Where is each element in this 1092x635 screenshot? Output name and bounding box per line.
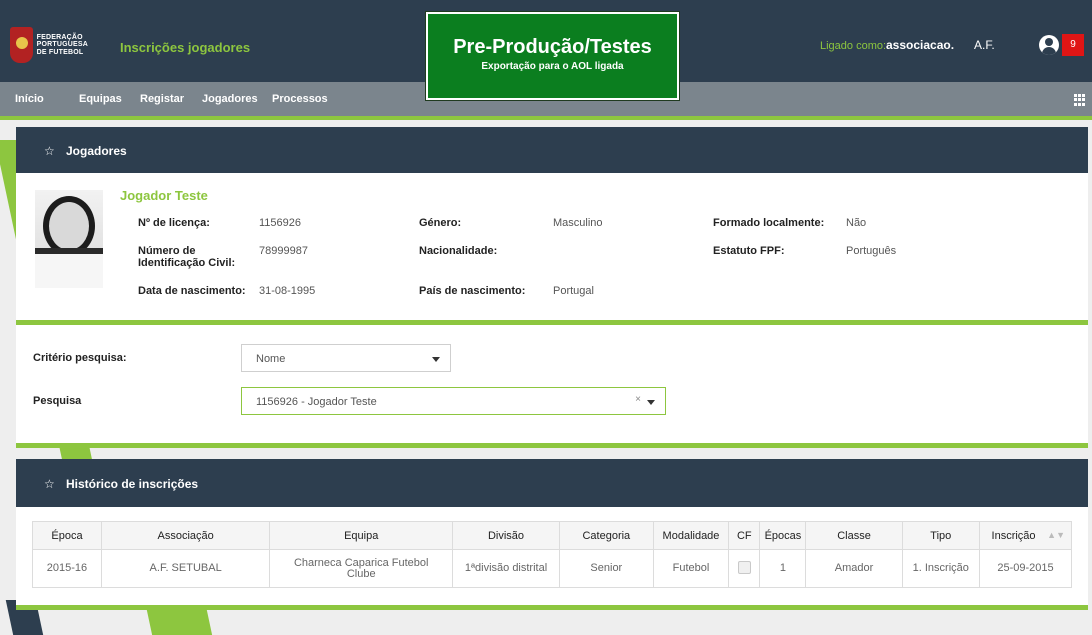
chevron-down-icon — [432, 357, 440, 362]
environment-subtitle: Exportação para o AOL ligada — [481, 61, 624, 72]
chevron-down-icon[interactable] — [647, 400, 655, 405]
cell-divisao: 1ªdivisão distrital — [452, 549, 560, 588]
history-panel-title: Histórico de inscrições — [66, 477, 199, 491]
environment-banner: Pre-Produção/Testes Exportação para o AO… — [426, 12, 679, 100]
column-header[interactable]: Categoria — [558, 521, 654, 550]
nic-label: Número de Identificação Civil: — [138, 245, 236, 269]
decorative-stripe — [146, 610, 214, 635]
column-header[interactable]: Época — [32, 521, 102, 550]
column-header[interactable]: Associação — [100, 521, 271, 550]
nav-item-equipas[interactable]: Equipas — [79, 93, 122, 105]
cell-epocas: 1 — [759, 549, 807, 588]
star-icon: ☆ — [44, 144, 55, 158]
genero-value: Masculino — [553, 217, 603, 229]
notification-badge[interactable]: 9 — [1062, 34, 1084, 56]
criterio-label: Critério pesquisa: — [33, 352, 127, 364]
player-name: Jogador Teste — [120, 188, 208, 203]
pesquisa-selected-value: 1156926 - Jogador Teste — [256, 396, 377, 408]
column-header[interactable]: Divisão — [452, 521, 560, 550]
criterio-selected-value: Nome — [256, 353, 286, 365]
nascimento-label: Data de nascimento: — [138, 285, 246, 297]
cell-epoca: 2015-16 — [32, 549, 102, 588]
section-divider — [16, 605, 1088, 610]
players-panel-title: Jogadores — [66, 144, 127, 158]
column-header[interactable]: Classe — [805, 521, 903, 550]
column-header[interactable]: Épocas — [759, 521, 807, 550]
environment-title: Pre-Produção/Testes — [453, 36, 652, 58]
user-icon[interactable] — [1039, 35, 1059, 55]
search-panel — [16, 325, 1088, 443]
cell-categoria: Senior — [558, 549, 654, 588]
nav-item-registar[interactable]: Registar — [140, 93, 184, 105]
players-panel-header: ☆ Jogadores — [16, 127, 1088, 173]
nacionalidade-label: Nacionalidade: — [419, 245, 498, 257]
history-panel-header: ☆ Histórico de inscrições — [16, 459, 1088, 507]
pais-label: País de nascimento: — [419, 285, 526, 297]
estatuto-label: Estatuto FPF: — [713, 245, 785, 257]
column-header-inscricao[interactable]: Inscrição ▲▼ — [978, 521, 1073, 550]
player-photo — [35, 190, 103, 288]
column-header[interactable]: Tipo — [901, 521, 980, 550]
table-row[interactable]: 2015-16 A.F. SETUBAL Charneca Caparica F… — [32, 549, 1073, 588]
nav-item-processos[interactable]: Processos — [272, 93, 328, 105]
table-header-row: Época Associação Equipa Divisão Categori… — [32, 521, 1073, 550]
nic-value: 78999987 — [259, 245, 308, 257]
formado-value: Não — [846, 217, 867, 229]
cell-inscricao: 25-09-2015 — [978, 549, 1073, 588]
clear-icon[interactable]: × — [635, 394, 641, 405]
genero-label: Género: — [419, 217, 462, 229]
pais-value: Portugal — [553, 285, 594, 297]
cell-cf — [728, 549, 761, 588]
section-divider — [16, 443, 1088, 448]
history-table: Época Associação Equipa Divisão Categori… — [32, 521, 1073, 588]
username: associacao. — [886, 38, 955, 52]
licenca-value: 1156926 — [259, 217, 302, 229]
formado-label: Formado localmente: — [713, 217, 825, 229]
cell-equipa: Charneca Caparica Futebol Clube — [269, 549, 454, 588]
login-label: Ligado como: — [820, 40, 887, 52]
cell-associacao: A.F. SETUBAL — [100, 549, 271, 588]
column-header[interactable]: Equipa — [269, 521, 454, 550]
app-title[interactable]: Inscrições jogadores — [120, 40, 250, 55]
licenca-label: Nº de licença: — [138, 217, 210, 229]
logo-text: FEDERAÇÃO PORTUGUESA DE FUTEBOL — [36, 33, 88, 56]
pesquisa-label: Pesquisa — [33, 395, 82, 407]
fpf-logo[interactable]: FEDERAÇÃO PORTUGUESA DE FUTEBOL — [10, 24, 88, 66]
pesquisa-select[interactable]: 1156926 - Jogador Teste × — [241, 387, 666, 415]
cf-checkbox[interactable] — [737, 560, 751, 574]
sort-icon[interactable]: ▲▼ — [1047, 530, 1065, 540]
apps-grid-icon[interactable] — [1074, 94, 1086, 106]
cell-modalidade: Futebol — [652, 549, 730, 588]
nav-item-inicio[interactable]: Início — [15, 93, 44, 105]
criterio-select[interactable]: Nome — [241, 344, 451, 372]
column-header[interactable]: CF — [728, 521, 761, 550]
crest-icon — [10, 27, 33, 63]
cell-classe: Amador — [805, 549, 903, 588]
nascimento-value: 31-08-1995 — [259, 285, 316, 297]
column-header[interactable]: Modalidade — [652, 521, 730, 550]
estatuto-value: Português — [846, 245, 897, 257]
organization: A.F. — [974, 38, 995, 52]
star-icon: ☆ — [44, 477, 55, 491]
nav-item-jogadores[interactable]: Jogadores — [202, 93, 258, 105]
nav-divider — [0, 116, 1092, 120]
cell-tipo: 1. Inscrição — [901, 549, 980, 588]
